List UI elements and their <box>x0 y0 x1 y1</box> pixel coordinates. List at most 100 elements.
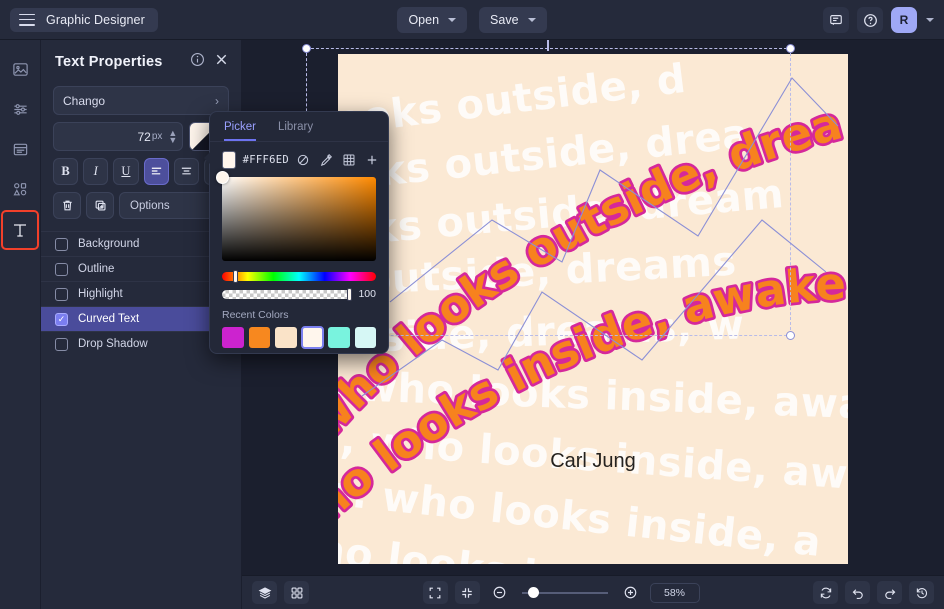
delete-button[interactable] <box>53 192 81 219</box>
color-picker-popover[interactable]: Picker Library #FFF6ED 100 Recent Colors <box>204 111 389 354</box>
italic-label: I <box>93 164 98 178</box>
info-button[interactable] <box>190 52 205 72</box>
bold-label: B <box>61 164 70 178</box>
top-bar: Graphic Designer Open Save R <box>0 0 944 40</box>
italic-button[interactable]: I <box>83 158 109 185</box>
bottom-toolbar: 58% <box>242 575 944 609</box>
hue-slider[interactable] <box>222 270 376 283</box>
sidebar-item-shapes[interactable] <box>2 170 38 208</box>
undo-icon <box>852 588 863 599</box>
text-style-buttons: B I U <box>53 158 230 185</box>
text-action-buttons: Options <box>53 192 229 219</box>
underline-button[interactable]: U <box>113 158 139 185</box>
grid-view-button[interactable] <box>284 581 309 604</box>
plus-icon[interactable] <box>365 153 379 167</box>
refresh-button[interactable] <box>813 581 838 604</box>
font-family-select[interactable]: Chango › <box>53 86 229 115</box>
undo-button[interactable] <box>845 581 870 604</box>
hue-slider-knob[interactable] <box>233 270 238 283</box>
selection-handle-top-left <box>302 44 311 53</box>
sidebar-item-text[interactable] <box>1 210 39 250</box>
curved-quote-group[interactable]: who looks outside, dreams; who looks ins… <box>338 54 848 564</box>
refresh-icon <box>820 587 831 598</box>
align-center-button[interactable] <box>173 158 199 185</box>
shapes-icon <box>13 182 26 195</box>
layers-button[interactable] <box>252 581 277 604</box>
zoom-in-icon <box>624 586 636 599</box>
duplicate-button[interactable] <box>86 192 114 219</box>
comment-icon <box>830 15 842 25</box>
sidebar-item-image[interactable] <box>2 50 38 88</box>
collapse-icon <box>462 587 472 598</box>
quote-line-1-text: who looks outside, dreams; <box>338 54 847 450</box>
app-root: Graphic Designer Open Save R Text Proper… <box>0 0 944 609</box>
sidebar-item-layers[interactable] <box>2 130 38 168</box>
fit-screen-button[interactable] <box>422 581 448 604</box>
save-button[interactable]: Save <box>479 7 547 33</box>
picker-tools <box>296 153 379 167</box>
author-text[interactable]: Carl Jung <box>338 450 848 473</box>
zoom-slider[interactable] <box>521 586 608 598</box>
recent-color-swatch[interactable] <box>275 327 297 348</box>
font-size-stepper[interactable]: ▲ ▼ <box>168 128 177 144</box>
redo-button[interactable] <box>877 581 902 604</box>
recent-color-swatch[interactable] <box>248 327 270 348</box>
picker-tabs: Picker Library <box>210 112 388 141</box>
recent-colors-row <box>222 326 376 349</box>
artboard[interactable]: looks outside, d looks outside, drea loo… <box>338 54 848 564</box>
checkbox[interactable] <box>55 337 68 351</box>
zoom-out-button[interactable] <box>487 581 512 604</box>
zoom-level-value[interactable]: 58% <box>649 582 700 603</box>
open-button[interactable]: Open <box>397 7 468 33</box>
sv-cursor-handle[interactable] <box>216 171 229 184</box>
recent-color-swatch[interactable] <box>328 327 350 348</box>
tab-library[interactable]: Library <box>278 121 313 141</box>
layers-stack-icon <box>258 586 271 599</box>
avatar[interactable]: R <box>891 7 917 33</box>
underline-label: U <box>121 164 131 178</box>
redo-icon <box>884 588 895 599</box>
collapse-button[interactable] <box>454 581 480 604</box>
panel-header: Text Properties <box>41 40 241 84</box>
no-color-icon[interactable] <box>296 153 310 167</box>
align-left-button[interactable] <box>143 158 169 185</box>
font-size-row: 72 px ▲ ▼ › <box>53 122 229 151</box>
checkbox[interactable]: ✓ <box>55 312 68 326</box>
recent-color-swatch[interactable] <box>222 327 244 348</box>
align-left-icon <box>151 167 161 175</box>
hamburger-icon[interactable] <box>19 13 35 26</box>
hex-input[interactable]: #FFF6ED <box>243 154 289 166</box>
checkbox[interactable] <box>55 287 68 301</box>
bold-button[interactable]: B <box>53 158 79 185</box>
close-panel-button[interactable] <box>214 52 229 72</box>
checkbox[interactable] <box>55 262 68 276</box>
list-item-label: Outline <box>78 263 115 275</box>
zoom-in-button[interactable] <box>618 581 643 604</box>
tab-picker[interactable]: Picker <box>224 121 256 141</box>
brand-menu-button[interactable]: Graphic Designer <box>10 7 158 32</box>
popover-arrow <box>204 152 210 164</box>
zoom-slider-knob[interactable] <box>527 586 539 598</box>
history-button[interactable] <box>909 581 934 604</box>
stepper-down-icon[interactable]: ▼ <box>168 135 177 144</box>
font-family-value: Chango <box>63 93 106 108</box>
alpha-slider-knob[interactable] <box>347 287 353 301</box>
rotation-handle[interactable] <box>547 40 549 51</box>
grid-view-icon <box>291 587 302 598</box>
font-size-input[interactable]: 72 px ▲ ▼ <box>53 122 184 151</box>
sidebar-item-adjust[interactable] <box>2 90 38 128</box>
help-button[interactable] <box>857 7 883 33</box>
grid-icon[interactable] <box>342 153 356 167</box>
chevron-down-icon <box>527 18 536 22</box>
eyedropper-icon[interactable] <box>319 153 333 167</box>
zoom-out-icon <box>493 586 505 599</box>
recent-color-swatch-selected[interactable] <box>300 326 324 349</box>
checkbox[interactable] <box>55 237 68 251</box>
saturation-value-area[interactable] <box>216 171 376 261</box>
top-bar-right-group: R <box>823 0 934 40</box>
recent-color-swatch[interactable] <box>354 327 376 348</box>
list-item-label: Drop Shadow <box>78 338 148 350</box>
account-chevron-down-icon[interactable] <box>926 18 934 22</box>
alpha-slider[interactable] <box>222 287 353 301</box>
comment-button[interactable] <box>823 7 849 33</box>
